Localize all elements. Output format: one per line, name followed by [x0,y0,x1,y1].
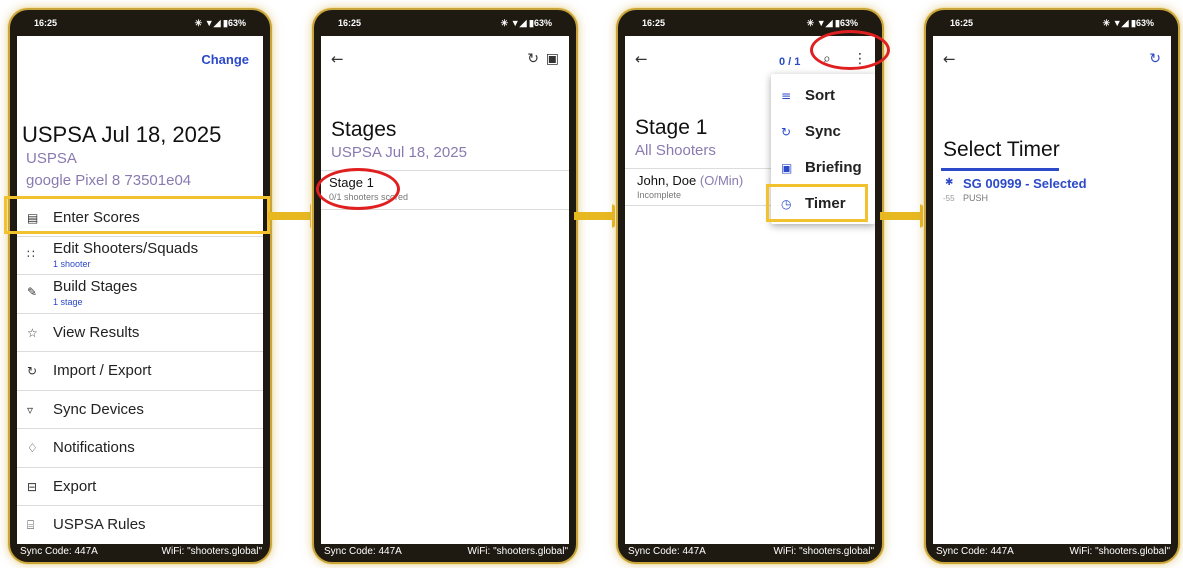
change-button[interactable]: Change [201,52,249,67]
menu-item-sublabel: 1 shooter [53,258,91,269]
timer-rssi: -55 [943,194,955,203]
page-subtitle: USPSA Jul 18, 2025 [331,144,467,161]
status-bar: 16:25 ✳ ▼◢ ▮63% [314,18,576,32]
device-name: google Pixel 8 73501e04 [26,172,192,189]
sync-icon[interactable]: ↻ [527,52,539,66]
refresh-icon[interactable]: ↻ [1149,52,1161,66]
footer-bar: Sync Code: 447A WiFi: "shooters.global" [314,546,576,559]
menu-item-import-export[interactable]: ↻ Import / Export [17,352,263,391]
phone-main-menu: 16:25 ✳ ▼◢ ▮63% Change USPSA Jul 18, 202… [8,8,272,564]
shooter-name: John, Doe (O/Min) [637,173,744,188]
shooter-division: (O/Min) [699,173,744,188]
phone-select-timer: 16:25 ✳ ▼◢ ▮63% ← ↻ Select Timer ✱ SG 00… [924,8,1180,564]
menu-item-notifications[interactable]: ♢ Notifications [17,429,263,468]
menu-item-label: Build Stages [53,278,138,295]
back-arrow-icon[interactable]: ← [943,52,956,67]
scored-count: 0 / 1 [779,56,801,68]
shooter-status: Incomplete [637,190,682,200]
menu-item-label: Edit Shooters/Squads [53,239,199,257]
stage-annotation-circle [316,168,400,210]
footer-bar: Sync Code: 447A WiFi: "shooters.global" [10,546,270,559]
status-bar: 16:25 ✳ ▼◢ ▮63% [926,18,1178,32]
status-time: 16:25 [34,18,58,28]
menu-item-label: USPSA Rules [53,516,146,533]
status-time: 16:25 [950,18,974,28]
bluetooth-icon: ✱ [945,177,954,188]
wifi-icon: ▿ [27,402,34,417]
status-bar: 16:25 ✳ ▼◢ ▮63% [10,18,270,32]
menu-item-edit-shooters-squads[interactable]: ∷ Edit Shooters/Squads 1 shooter [17,237,263,275]
status-indicators: ✳ ▼◢ ▮63% [806,18,858,28]
enter-scores-highlight [4,196,270,234]
star-icon: ☆ [27,325,38,340]
menu-item-sort[interactable]: ≡ Sort [771,78,875,114]
status-indicators: ✳ ▼◢ ▮63% [194,18,246,28]
menu-item-sync[interactable]: ↻ Sync [771,114,875,150]
page-title: Stage 1 [635,116,708,139]
menu-item-label: Sync [805,123,841,140]
footer-bar: Sync Code: 447A WiFi: "shooters.global" [926,546,1178,559]
document-icon: ⌸ [27,518,35,532]
timer-mode: PUSH [963,193,989,203]
menu-item-label: Sort [805,87,835,104]
main-menu-list: ▤ Enter Scores ∷ Edit Shooters/Squads 1 shoo… [17,198,263,544]
footer-bar: Sync Code: 447A WiFi: "shooters.global" [618,546,882,559]
menu-item-label: Notifications [53,439,135,456]
sync-code: Sync Code: 447A [936,546,1014,557]
title-underline [941,168,1059,171]
match-type: USPSA [26,150,77,167]
status-time: 16:25 [338,18,362,28]
menu-item-label: Import / Export [53,362,152,379]
menu-item-label: View Results [53,323,140,341]
stages-screen: ← ↻ ▣ Stages USPSA Jul 18, 2025 Stage 1 … [321,36,569,544]
document-icon[interactable]: ▣ [546,52,559,66]
status-time: 16:25 [642,18,666,28]
sync-icon: ↻ [27,364,38,378]
phone-stage-shooters: 16:25 ✳ ▼◢ ▮63% ← 0 / 1 ⌕ ⋮ Stage 1 All … [616,8,884,564]
export-icon: ⊟ [27,479,38,494]
menu-item-sublabel: 1 stage [53,297,83,307]
main-menu-screen: Change USPSA Jul 18, 2025 USPSA google P… [17,36,263,544]
menu-item-sync-devices[interactable]: ▿ Sync Devices [17,391,263,429]
page-title: Stages [331,118,397,141]
wifi-name: WiFi: "shooters.global" [161,546,262,557]
menu-item-view-results[interactable]: ☆ View Results [17,314,263,352]
menu-item-label: Sync Devices [53,400,144,418]
sort-icon: ≡ [781,89,792,103]
sync-code: Sync Code: 447A [628,546,706,557]
back-arrow-icon[interactable]: ← [331,52,344,67]
people-icon: ∷ [27,246,35,261]
match-title: USPSA Jul 18, 2025 [22,122,222,147]
menu-annotation-circle [810,30,890,70]
timer-list-item[interactable]: ✱ SG 00999 - Selected -55 PUSH [933,174,1171,210]
timer-name: SG 00999 - Selected [963,176,1087,191]
status-indicators: ✳ ▼◢ ▮63% [500,18,552,28]
wifi-name: WiFi: "shooters.global" [467,546,568,557]
status-indicators: ✳ ▼◢ ▮63% [1102,18,1154,28]
sync-icon: ↻ [781,125,792,139]
phone-stages: 16:25 ✳ ▼◢ ▮63% ← ↻ ▣ Stages USPSA Jul 1… [312,8,578,564]
back-arrow-icon[interactable]: ← [635,52,648,67]
stage-shooters-screen: ← 0 / 1 ⌕ ⋮ Stage 1 All Shooters John, D… [625,36,875,544]
sync-code: Sync Code: 447A [324,546,402,557]
menu-item-label: Export [53,477,97,495]
menu-item-build-stages[interactable]: ✎ Build Stages 1 stage [17,275,263,314]
page-title: Select Timer [943,138,1060,161]
document-icon: ▣ [781,161,793,175]
pencil-icon: ✎ [27,285,38,299]
timer-highlight [766,184,868,222]
menu-item-label: Briefing [805,159,862,176]
select-timer-screen: ← ↻ Select Timer ✱ SG 00999 - Selected -… [933,36,1171,544]
wifi-name: WiFi: "shooters.global" [1069,546,1170,557]
page-subtitle: All Shooters [635,142,716,159]
menu-item-briefing[interactable]: ▣ Briefing [771,150,875,186]
wifi-name: WiFi: "shooters.global" [773,546,874,557]
sync-code: Sync Code: 447A [20,546,98,557]
bell-icon: ♢ [27,441,38,455]
menu-item-export[interactable]: ⊟ Export [17,468,263,506]
menu-item-uspsa-rules[interactable]: ⌸ USPSA Rules [17,506,263,544]
